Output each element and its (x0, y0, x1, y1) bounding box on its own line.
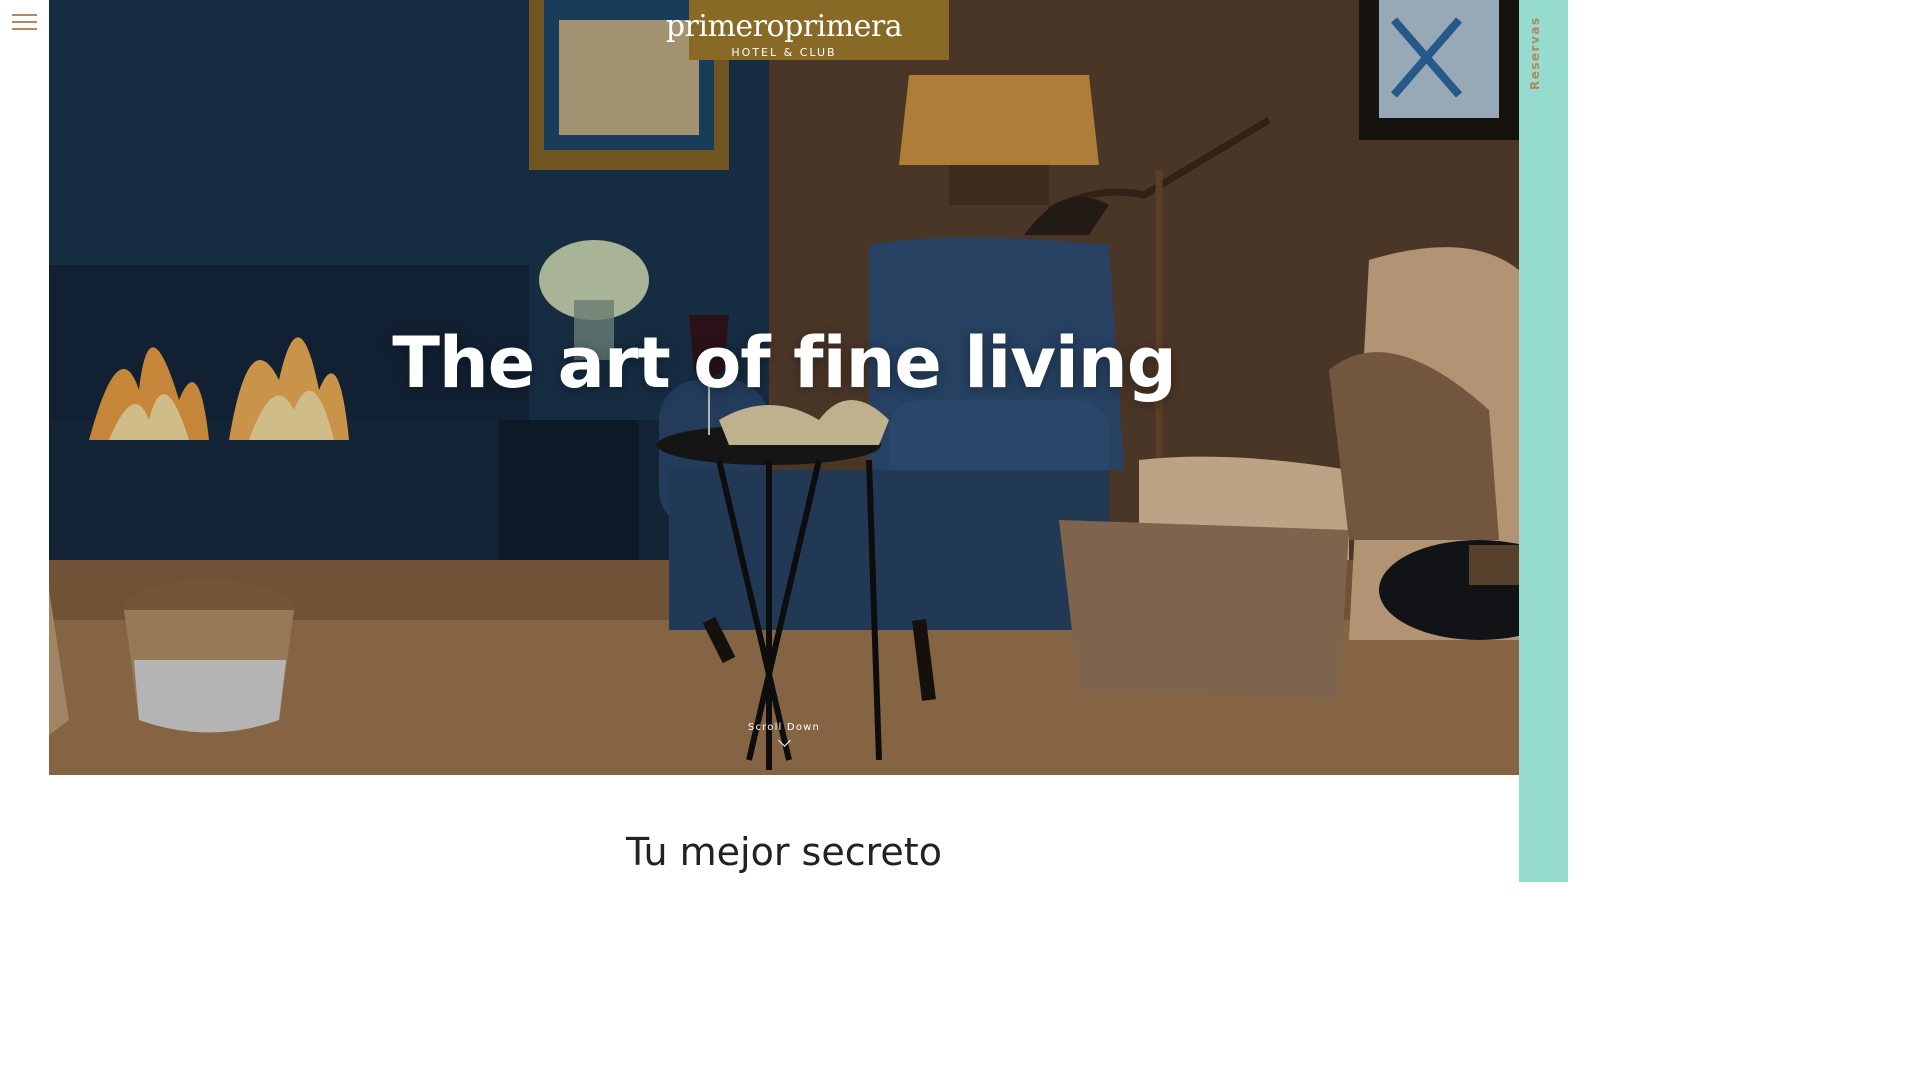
left-rail (0, 0, 49, 882)
scroll-down-label: Scroll Down (747, 722, 821, 733)
menu-line (12, 28, 37, 30)
chevron-down-icon (777, 734, 791, 747)
logo-wordmark: primeroprimera (665, 9, 903, 44)
menu-line (12, 14, 37, 16)
menu-line (12, 21, 37, 23)
reservas-sidebar-button[interactable]: Reservas (1519, 0, 1568, 882)
hero-title: The art of fine living (392, 322, 1177, 404)
reservas-label: Reservas (1528, 16, 1542, 90)
hamburger-menu-icon[interactable] (12, 13, 37, 31)
site-logo[interactable]: primeroprimera HOTEL & CLUB (49, 9, 1519, 60)
scroll-down-button[interactable]: Scroll Down (49, 722, 1519, 747)
logo-subtitle: HOTEL & CLUB (731, 46, 837, 59)
hero-banner: primeroprimera HOTEL & CLUB The art of f… (49, 0, 1519, 775)
section-heading: Tu mejor secreto (626, 830, 942, 874)
